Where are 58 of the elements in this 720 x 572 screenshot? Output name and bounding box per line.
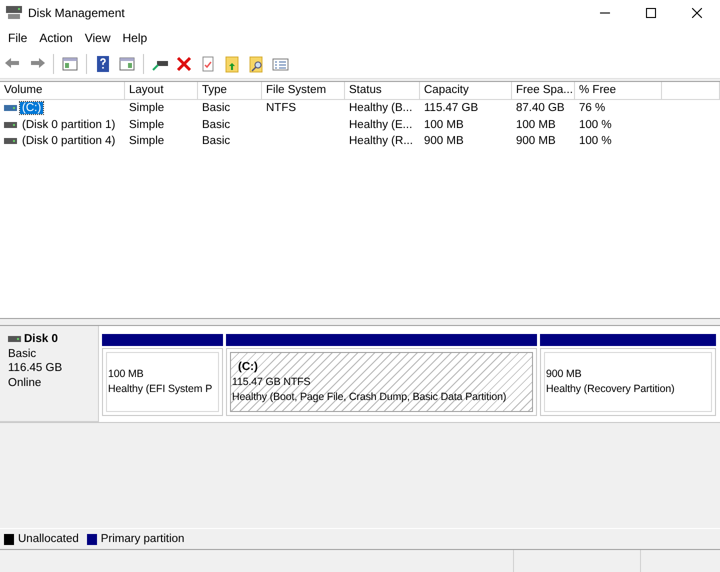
disk-type: Basic	[8, 346, 38, 361]
partition-status: Healthy (Boot, Page File, Crash Dump, Basic Data Partition)	[232, 390, 508, 404]
table-cell: Healthy (E...	[349, 118, 412, 131]
table-cell: Basic	[202, 135, 230, 148]
drive-label[interactable]: (C:)	[20, 102, 44, 114]
drive-icon	[8, 336, 21, 342]
disk-name: Disk 0	[24, 332, 58, 346]
table-cell: Simple	[129, 135, 164, 148]
partition-status: Healthy (EFI System P	[108, 382, 214, 397]
table-cell: Basic	[202, 118, 230, 131]
table-cell: 115.47 GB	[424, 102, 478, 114]
table-cell: Basic	[202, 102, 230, 114]
column-header[interactable]: Volume	[0, 82, 125, 100]
table-cell: 900 MB	[424, 135, 464, 148]
column-header[interactable]: Capacity	[420, 82, 512, 100]
close-icon	[692, 8, 702, 18]
drive-label[interactable]: (Disk 0 partition 4)	[20, 135, 118, 148]
table-cell: Simple	[129, 102, 164, 114]
menu-item[interactable]: View	[78, 29, 116, 47]
partition-label: (C:)	[237, 360, 259, 374]
menu-item[interactable]: File	[2, 29, 34, 47]
partition-size: 900 MB	[546, 367, 583, 382]
partition-size: 100 MB	[108, 367, 145, 382]
menu-item[interactable]: Action	[33, 29, 79, 47]
partition-status: Healthy (Recovery Partition)	[546, 382, 676, 397]
column-header[interactable]: Status	[345, 82, 420, 100]
legend-label: Unallocated	[18, 533, 79, 545]
legend-label: Primary partition	[100, 533, 184, 545]
drive-icon	[4, 138, 17, 144]
window-title: Disk Management	[28, 6, 126, 20]
column-header[interactable]: File System	[262, 82, 345, 100]
table-cell: 76 %	[579, 102, 606, 114]
table-cell: 100 MB	[516, 118, 556, 131]
table-cell: Healthy (B...	[349, 102, 412, 114]
table-cell: 100 MB	[424, 118, 464, 131]
table-cell: NTFS	[266, 102, 296, 114]
table-cell: Simple	[129, 118, 164, 131]
table-cell: 900 MB	[516, 135, 556, 148]
table-cell: 100 %	[579, 118, 612, 131]
splitter-bar[interactable]	[0, 318, 720, 326]
column-header[interactable]: % Free	[575, 82, 662, 100]
table-cell: Healthy (R...	[349, 135, 413, 148]
column-header[interactable]: Free Spa...	[512, 82, 575, 100]
disk-management-icon	[6, 6, 22, 20]
disk-size: 116.45 GB	[8, 361, 64, 376]
drive-label[interactable]: (Disk 0 partition 1)	[20, 118, 118, 131]
partition-size: 115.47 GB NTFS	[232, 374, 312, 390]
column-header[interactable]: Layout	[125, 82, 198, 100]
column-header[interactable]: Type	[198, 82, 262, 100]
table-cell: 87.40 GB	[516, 102, 565, 114]
disk-state: Online	[8, 376, 42, 390]
table-cell: 100 %	[579, 135, 612, 148]
menu-item[interactable]: Help	[116, 29, 154, 47]
empty-column-header	[662, 82, 720, 100]
delete-icon	[174, 54, 194, 74]
maximize-icon	[646, 8, 656, 18]
drive-icon	[4, 105, 17, 112]
drive-icon	[4, 122, 17, 128]
